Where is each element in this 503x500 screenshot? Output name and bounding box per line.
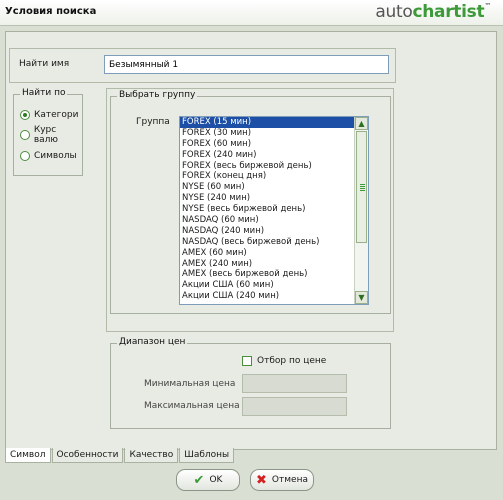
radio-currency[interactable]: Курс валю — [20, 125, 82, 145]
radio-category[interactable]: Категори — [20, 108, 78, 122]
find-name-panel: Найти имя — [9, 48, 396, 83]
find-by-legend: Найти по — [20, 88, 68, 98]
find-by-group: Найти по Категори Курс валю Символы — [13, 88, 83, 176]
grip-icon — [360, 184, 365, 191]
tab-quality[interactable]: Качество — [124, 448, 179, 463]
close-icon: ✖ — [256, 472, 267, 488]
group-list-item[interactable]: FOREX (60 мин) — [180, 139, 368, 150]
price-filter-checkbox[interactable] — [242, 356, 252, 366]
cancel-button[interactable]: ✖ Отмена — [250, 469, 314, 491]
radio-button-icon — [20, 151, 30, 161]
group-list-item[interactable]: FOREX (240 мин) — [180, 150, 368, 161]
radio-button-icon — [20, 130, 30, 140]
group-list-item[interactable]: NYSE (240 мин) — [180, 193, 368, 204]
group-list-item[interactable]: FOREX (30 мин) — [180, 128, 368, 139]
group-list-item[interactable]: AMEX (240 мин) — [180, 259, 368, 270]
scroll-thumb[interactable] — [356, 131, 367, 243]
group-list-item[interactable]: AMEX (60 мин) — [180, 248, 368, 259]
group-list-item[interactable]: NASDAQ (60 мин) — [180, 215, 368, 226]
group-list-item[interactable]: FOREX (15 мин) — [180, 117, 368, 128]
group-list-item[interactable]: NASDAQ (весь биржевой день) — [180, 237, 368, 248]
price-range-legend: Диапазон цен — [117, 337, 188, 347]
ok-button[interactable]: ✔ OK — [176, 469, 240, 491]
window-title: Условия поиска — [5, 6, 97, 17]
tab-templates[interactable]: Шаблоны — [179, 448, 235, 463]
scroll-up-icon[interactable]: ▲ — [355, 117, 368, 130]
group-label: Группа — [136, 117, 170, 127]
group-list-item[interactable]: FOREX (конец дня) — [180, 171, 368, 182]
group-list-item[interactable]: NYSE (60 мин) — [180, 182, 368, 193]
group-list-item[interactable]: FOREX (весь биржевой день) — [180, 161, 368, 172]
radio-button-icon — [20, 110, 30, 120]
min-price-input[interactable] — [242, 374, 347, 393]
find-name-input[interactable] — [104, 55, 389, 74]
max-price-label: Максимальная цена — [144, 401, 240, 411]
price-filter-label: Отбор по цене — [257, 356, 327, 366]
tab-features[interactable]: Особенности — [51, 448, 124, 463]
scroll-down-icon[interactable]: ▼ — [355, 291, 368, 304]
select-group-legend: Выбрать группу — [117, 90, 198, 100]
listbox-scrollbar[interactable]: ▲ ▼ — [354, 117, 368, 304]
tab-bar: Символ Особенности Качество Шаблоны — [5, 448, 235, 463]
group-list-item[interactable]: NASDAQ (240 мин) — [180, 226, 368, 237]
group-list-item[interactable]: NYSE (весь биржевой день) — [180, 204, 368, 215]
radio-symbols[interactable]: Символы — [20, 149, 77, 163]
max-price-input[interactable] — [242, 397, 347, 416]
find-name-label: Найти имя — [19, 59, 70, 69]
tab-symbol[interactable]: Символ — [5, 448, 51, 463]
group-list-item[interactable]: Акции США (60 мин) — [180, 280, 368, 291]
checkmark-icon: ✔ — [193, 472, 205, 488]
group-list-item[interactable]: AMEX (весь биржевой день) — [180, 269, 368, 280]
min-price-label: Минимальная цена — [144, 379, 236, 389]
group-listbox[interactable]: FOREX (15 мин) FOREX (30 мин) FOREX (60 ми… — [179, 116, 369, 305]
title-bar: Условия поиска autochartist™ — [0, 0, 503, 26]
group-list-item[interactable]: Акции США (240 мин) — [180, 291, 368, 302]
autochartist-logo: autochartist™ — [375, 2, 491, 22]
